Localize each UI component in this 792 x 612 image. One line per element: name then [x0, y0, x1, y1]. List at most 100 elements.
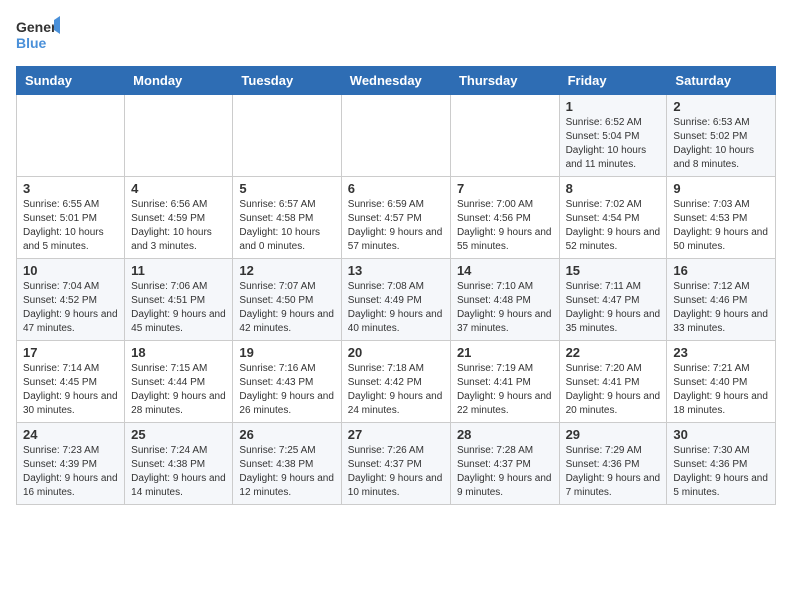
day-info: Sunrise: 7:04 AM Sunset: 4:52 PM Dayligh… — [23, 280, 118, 336]
calendar-week-row: 10 Sunrise: 7:04 AM Sunset: 4:52 PM Dayli… — [17, 259, 776, 341]
day-number: 25 — [131, 427, 226, 442]
day-number: 7 — [457, 181, 553, 196]
day-number: 1 — [566, 99, 661, 114]
day-number: 15 — [566, 263, 661, 278]
day-number: 20 — [348, 345, 444, 360]
day-info: Sunrise: 7:19 AM Sunset: 4:41 PM Dayligh… — [457, 362, 553, 418]
calendar-cell: 4Sunrise: 6:56 AM Sunset: 4:59 PM Daylig… — [125, 177, 233, 259]
calendar: SundayMondayTuesdayWednesdayThursdayFrid… — [16, 66, 776, 505]
day-info: Sunrise: 6:56 AM Sunset: 4:59 PM Dayligh… — [131, 198, 226, 254]
calendar-cell: 5 Sunrise: 6:57 AM Sunset: 4:58 PM Daylig… — [233, 177, 341, 259]
day-number: 2 — [673, 99, 769, 114]
calendar-cell: 7 Sunrise: 7:00 AM Sunset: 4:56 PM Daylig… — [450, 177, 559, 259]
svg-text:General: General — [16, 19, 60, 35]
day-info: Sunrise: 6:55 AM Sunset: 5:01 PM Dayligh… — [23, 198, 118, 254]
day-info: Sunrise: 7:24 AM Sunset: 4:38 PM Dayligh… — [131, 444, 226, 500]
day-info: Sunrise: 7:14 AM Sunset: 4:45 PM Dayligh… — [23, 362, 118, 418]
calendar-cell — [450, 95, 559, 177]
calendar-cell: 14 Sunrise: 7:10 AM Sunset: 4:48 PM Dayli… — [450, 259, 559, 341]
calendar-cell — [341, 95, 450, 177]
calendar-cell: 16 Sunrise: 7:12 AM Sunset: 4:46 PM Dayli… — [667, 259, 776, 341]
day-number: 9 — [673, 181, 769, 196]
svg-text:Blue: Blue — [16, 35, 47, 51]
calendar-cell: 3Sunrise: 6:55 AM Sunset: 5:01 PM Daylig… — [17, 177, 125, 259]
day-number: 19 — [239, 345, 334, 360]
day-info: Sunrise: 7:26 AM Sunset: 4:37 PM Dayligh… — [348, 444, 444, 500]
day-info: Sunrise: 6:57 AM Sunset: 4:58 PM Dayligh… — [239, 198, 334, 254]
calendar-cell: 12 Sunrise: 7:07 AM Sunset: 4:50 PM Dayli… — [233, 259, 341, 341]
day-info: Sunrise: 7:02 AM Sunset: 4:54 PM Dayligh… — [566, 198, 661, 254]
day-number: 26 — [239, 427, 334, 442]
day-number: 13 — [348, 263, 444, 278]
calendar-cell — [233, 95, 341, 177]
calendar-cell: 8 Sunrise: 7:02 AM Sunset: 4:54 PM Daylig… — [559, 177, 667, 259]
calendar-cell: 26 Sunrise: 7:25 AM Sunset: 4:38 PM Dayli… — [233, 423, 341, 505]
day-info: Sunrise: 7:11 AM Sunset: 4:47 PM Dayligh… — [566, 280, 661, 336]
calendar-cell: 13 Sunrise: 7:08 AM Sunset: 4:49 PM Dayli… — [341, 259, 450, 341]
day-number: 12 — [239, 263, 334, 278]
day-number: 22 — [566, 345, 661, 360]
calendar-header-saturday: Saturday — [667, 67, 776, 95]
calendar-header-wednesday: Wednesday — [341, 67, 450, 95]
day-number: 29 — [566, 427, 661, 442]
calendar-header-thursday: Thursday — [450, 67, 559, 95]
calendar-cell: 25 Sunrise: 7:24 AM Sunset: 4:38 PM Dayli… — [125, 423, 233, 505]
day-info: Sunrise: 7:00 AM Sunset: 4:56 PM Dayligh… — [457, 198, 553, 254]
page-header: General Blue — [16, 16, 776, 54]
calendar-week-row: 3Sunrise: 6:55 AM Sunset: 5:01 PM Daylig… — [17, 177, 776, 259]
day-info: Sunrise: 7:21 AM Sunset: 4:40 PM Dayligh… — [673, 362, 769, 418]
calendar-week-row: 17 Sunrise: 7:14 AM Sunset: 4:45 PM Dayli… — [17, 341, 776, 423]
calendar-cell — [125, 95, 233, 177]
day-info: Sunrise: 7:28 AM Sunset: 4:37 PM Dayligh… — [457, 444, 553, 500]
calendar-cell: 29Sunrise: 7:29 AM Sunset: 4:36 PM Dayli… — [559, 423, 667, 505]
day-info: Sunrise: 7:03 AM Sunset: 4:53 PM Dayligh… — [673, 198, 769, 254]
day-info: Sunrise: 7:07 AM Sunset: 4:50 PM Dayligh… — [239, 280, 334, 336]
calendar-cell: 1 Sunrise: 6:52 AM Sunset: 5:04 PM Daylig… — [559, 95, 667, 177]
day-number: 21 — [457, 345, 553, 360]
calendar-cell: 20Sunrise: 7:18 AM Sunset: 4:42 PM Dayli… — [341, 341, 450, 423]
day-info: Sunrise: 7:25 AM Sunset: 4:38 PM Dayligh… — [239, 444, 334, 500]
calendar-cell: 17 Sunrise: 7:14 AM Sunset: 4:45 PM Dayli… — [17, 341, 125, 423]
day-number: 30 — [673, 427, 769, 442]
calendar-cell: 22Sunrise: 7:20 AM Sunset: 4:41 PM Dayli… — [559, 341, 667, 423]
calendar-cell: 10 Sunrise: 7:04 AM Sunset: 4:52 PM Dayli… — [17, 259, 125, 341]
day-number: 8 — [566, 181, 661, 196]
day-info: Sunrise: 7:15 AM Sunset: 4:44 PM Dayligh… — [131, 362, 226, 418]
day-info: Sunrise: 6:53 AM Sunset: 5:02 PM Dayligh… — [673, 116, 769, 172]
calendar-header-monday: Monday — [125, 67, 233, 95]
day-info: Sunrise: 7:06 AM Sunset: 4:51 PM Dayligh… — [131, 280, 226, 336]
calendar-header-row: SundayMondayTuesdayWednesdayThursdayFrid… — [17, 67, 776, 95]
calendar-cell: 23Sunrise: 7:21 AM Sunset: 4:40 PM Dayli… — [667, 341, 776, 423]
calendar-cell: 27Sunrise: 7:26 AM Sunset: 4:37 PM Dayli… — [341, 423, 450, 505]
calendar-cell: 11 Sunrise: 7:06 AM Sunset: 4:51 PM Dayli… — [125, 259, 233, 341]
calendar-cell: 19 Sunrise: 7:16 AM Sunset: 4:43 PM Dayli… — [233, 341, 341, 423]
calendar-header-sunday: Sunday — [17, 67, 125, 95]
day-number: 10 — [23, 263, 118, 278]
day-number: 6 — [348, 181, 444, 196]
day-info: Sunrise: 6:59 AM Sunset: 4:57 PM Dayligh… — [348, 198, 444, 254]
day-number: 14 — [457, 263, 553, 278]
day-info: Sunrise: 7:30 AM Sunset: 4:36 PM Dayligh… — [673, 444, 769, 500]
calendar-cell: 28Sunrise: 7:28 AM Sunset: 4:37 PM Dayli… — [450, 423, 559, 505]
day-number: 18 — [131, 345, 226, 360]
calendar-header-tuesday: Tuesday — [233, 67, 341, 95]
day-info: Sunrise: 7:08 AM Sunset: 4:49 PM Dayligh… — [348, 280, 444, 336]
day-number: 16 — [673, 263, 769, 278]
calendar-week-row: 24Sunrise: 7:23 AM Sunset: 4:39 PM Dayli… — [17, 423, 776, 505]
calendar-cell: 30 Sunrise: 7:30 AM Sunset: 4:36 PM Dayli… — [667, 423, 776, 505]
day-number: 17 — [23, 345, 118, 360]
calendar-cell: 15 Sunrise: 7:11 AM Sunset: 4:47 PM Dayli… — [559, 259, 667, 341]
calendar-header-friday: Friday — [559, 67, 667, 95]
day-info: Sunrise: 7:10 AM Sunset: 4:48 PM Dayligh… — [457, 280, 553, 336]
day-info: Sunrise: 6:52 AM Sunset: 5:04 PM Dayligh… — [566, 116, 661, 172]
calendar-cell: 24Sunrise: 7:23 AM Sunset: 4:39 PM Dayli… — [17, 423, 125, 505]
day-number: 24 — [23, 427, 118, 442]
day-info: Sunrise: 7:12 AM Sunset: 4:46 PM Dayligh… — [673, 280, 769, 336]
calendar-week-row: 1 Sunrise: 6:52 AM Sunset: 5:04 PM Daylig… — [17, 95, 776, 177]
calendar-cell — [17, 95, 125, 177]
calendar-cell: 6 Sunrise: 6:59 AM Sunset: 4:57 PM Daylig… — [341, 177, 450, 259]
calendar-cell: 18 Sunrise: 7:15 AM Sunset: 4:44 PM Dayli… — [125, 341, 233, 423]
day-number: 11 — [131, 263, 226, 278]
day-info: Sunrise: 7:16 AM Sunset: 4:43 PM Dayligh… — [239, 362, 334, 418]
day-number: 5 — [239, 181, 334, 196]
